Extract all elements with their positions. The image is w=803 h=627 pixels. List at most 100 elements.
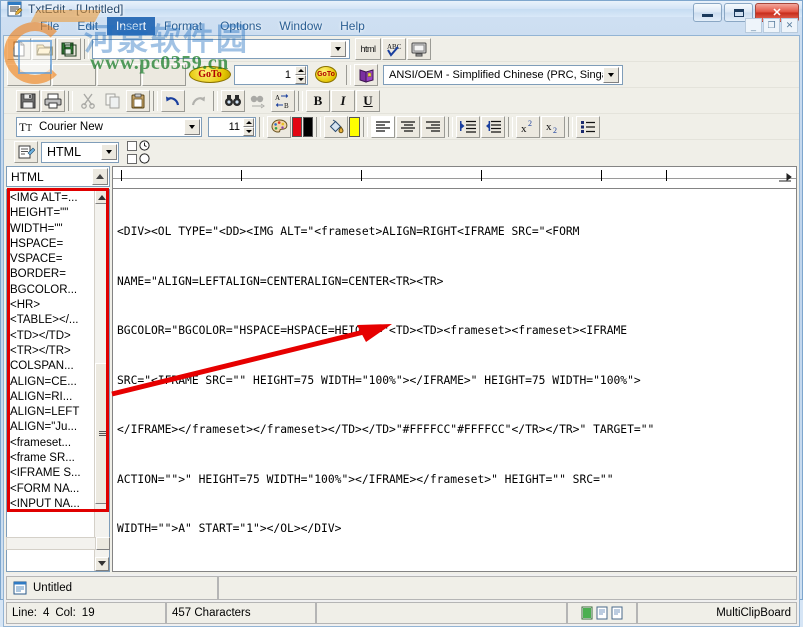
list-item[interactable]: <IFRAME S... — [10, 466, 94, 481]
list-item[interactable]: ALIGN="Ju... — [10, 420, 94, 435]
scroll-down-button[interactable] — [95, 557, 109, 571]
stepper-up[interactable] — [243, 118, 254, 127]
list-item[interactable]: <frameset... — [10, 436, 94, 451]
paste-button[interactable] — [126, 90, 150, 112]
blank-button-1[interactable] — [7, 64, 51, 86]
scroll-thumb[interactable] — [95, 363, 109, 504]
list-item[interactable]: BGCOLOR... — [10, 283, 94, 298]
blank-button-4[interactable] — [142, 64, 186, 86]
text-color-swatch-2[interactable] — [303, 117, 313, 137]
stepper-down[interactable] — [243, 127, 254, 136]
underline-button[interactable]: U — [356, 90, 380, 112]
list-item[interactable]: <FORM NA... — [10, 482, 94, 497]
menu-item-insert[interactable]: Insert — [107, 17, 155, 35]
text-editor[interactable]: <DIV><OL TYPE="<DD><IMG ALT="<frameset>A… — [112, 188, 797, 572]
decrease-indent-button[interactable] — [481, 116, 505, 138]
menu-item-options[interactable]: Options — [211, 17, 270, 35]
preview-button[interactable] — [407, 38, 431, 60]
document-tab-untitled[interactable]: Untitled — [6, 576, 218, 600]
blank-button-2[interactable] — [52, 64, 96, 86]
list-item[interactable]: ALIGN=RI... — [10, 390, 94, 405]
mdi-close-button[interactable]: ✕ — [781, 18, 798, 33]
align-right-button[interactable] — [421, 116, 445, 138]
clipboard-blank2-icon[interactable] — [611, 606, 623, 620]
align-center-button[interactable] — [396, 116, 420, 138]
copy-button[interactable] — [101, 90, 125, 112]
menu-item-format[interactable]: Format — [155, 17, 211, 35]
list-item[interactable]: HSPACE= — [10, 237, 94, 252]
list-item[interactable]: VSPACE= — [10, 252, 94, 267]
chevron-down-icon[interactable] — [603, 67, 619, 83]
print-button[interactable] — [41, 90, 65, 112]
find-button[interactable] — [221, 90, 245, 112]
line-number-stepper[interactable] — [295, 66, 306, 84]
list-item[interactable]: HEIGHT="" — [10, 206, 94, 221]
sidebar-tag-list[interactable]: <IMG ALT=... HEIGHT="" WIDTH="" HSPACE= … — [6, 189, 110, 572]
new-file-button[interactable] — [7, 38, 31, 60]
menu-item-file[interactable]: File — [31, 17, 68, 35]
subscript-button[interactable]: x 2 — [541, 116, 565, 138]
save-button[interactable] — [16, 90, 40, 112]
ruler[interactable] — [112, 166, 797, 188]
bold-button[interactable]: B — [306, 90, 330, 112]
mdi-restore-button[interactable]: ❐ — [763, 18, 780, 33]
superscript-button[interactable]: x 2 — [516, 116, 540, 138]
paint-bucket-button[interactable] — [324, 116, 348, 138]
spellcheck-button[interactable]: ABC — [382, 38, 406, 60]
font-name-combo[interactable]: T T Courier New — [16, 117, 202, 137]
menu-item-window[interactable]: Window — [270, 17, 331, 35]
list-item[interactable]: COLSPAN... — [10, 359, 94, 374]
mdi-minimize-button[interactable]: _ — [745, 18, 762, 33]
scroll-up-button[interactable] — [95, 190, 109, 204]
sidebar-scrollbar[interactable] — [94, 190, 109, 571]
ruler-indent-marker[interactable] — [778, 172, 792, 184]
editor-content[interactable]: <DIV><OL TYPE="<DD><IMG ALT="<frameset>A… — [113, 189, 796, 571]
list-item[interactable]: <HR> — [10, 298, 94, 313]
list-item[interactable]: <TABLE></... — [10, 313, 94, 328]
font-size-input[interactable]: 11 — [208, 117, 256, 137]
clock-checkbox-row[interactable] — [127, 140, 150, 151]
cut-button[interactable] — [76, 90, 100, 112]
list-item[interactable]: WIDTH="" — [10, 222, 94, 237]
encoding-combo[interactable]: ANSI/OEM - Simplified Chinese (PRC, Sing… — [383, 65, 623, 85]
redo-button[interactable] — [186, 90, 210, 112]
open-file-button[interactable] — [32, 38, 56, 60]
sidebar-category-combo[interactable]: HTML — [6, 166, 110, 187]
chevron-up-icon[interactable] — [92, 168, 108, 185]
text-color-swatch-1[interactable] — [292, 117, 302, 137]
stepper-down[interactable] — [295, 75, 306, 84]
list-item[interactable]: <TD></TD> — [10, 329, 94, 344]
circle-checkbox[interactable] — [127, 154, 137, 164]
blank-button-3[interactable] — [97, 64, 141, 86]
chevron-down-icon[interactable] — [184, 119, 200, 135]
increase-indent-button[interactable] — [456, 116, 480, 138]
goto-small-button[interactable]: GoTo — [309, 64, 343, 86]
replace-button[interactable]: A B — [271, 90, 295, 112]
bullet-list-button[interactable] — [576, 116, 600, 138]
line-number-input[interactable]: 1 — [234, 65, 308, 85]
align-left-button[interactable] — [371, 116, 395, 138]
hscroll-thumb[interactable] — [96, 537, 110, 550]
properties-button[interactable] — [14, 141, 38, 163]
encoding-book-button[interactable] — [354, 64, 378, 86]
chevron-down-icon[interactable] — [101, 144, 117, 160]
list-item[interactable]: <INPUT NA... — [10, 497, 94, 512]
scroll-trough[interactable] — [95, 204, 109, 557]
path-combo[interactable] — [92, 39, 350, 59]
menu-item-edit[interactable]: Edit — [68, 17, 107, 35]
clipboard-blank-icon[interactable] — [596, 606, 608, 620]
hscroll-trough[interactable] — [6, 537, 96, 550]
list-item[interactable]: ALIGN=CE... — [10, 375, 94, 390]
clock-checkbox[interactable] — [127, 141, 137, 151]
list-item[interactable]: BORDER= — [10, 267, 94, 282]
list-item[interactable]: <frame SR... — [10, 451, 94, 466]
save-all-button[interactable] — [57, 38, 81, 60]
circle-checkbox-row[interactable] — [127, 153, 150, 164]
list-item[interactable]: <IMG ALT=... — [10, 191, 94, 206]
html-export-button[interactable]: html — [355, 38, 381, 60]
undo-button[interactable] — [161, 90, 185, 112]
list-item[interactable]: <TR></TR> — [10, 344, 94, 359]
find-next-button[interactable] — [246, 90, 270, 112]
stepper-up[interactable] — [295, 66, 306, 75]
chevron-down-icon[interactable] — [330, 41, 346, 57]
